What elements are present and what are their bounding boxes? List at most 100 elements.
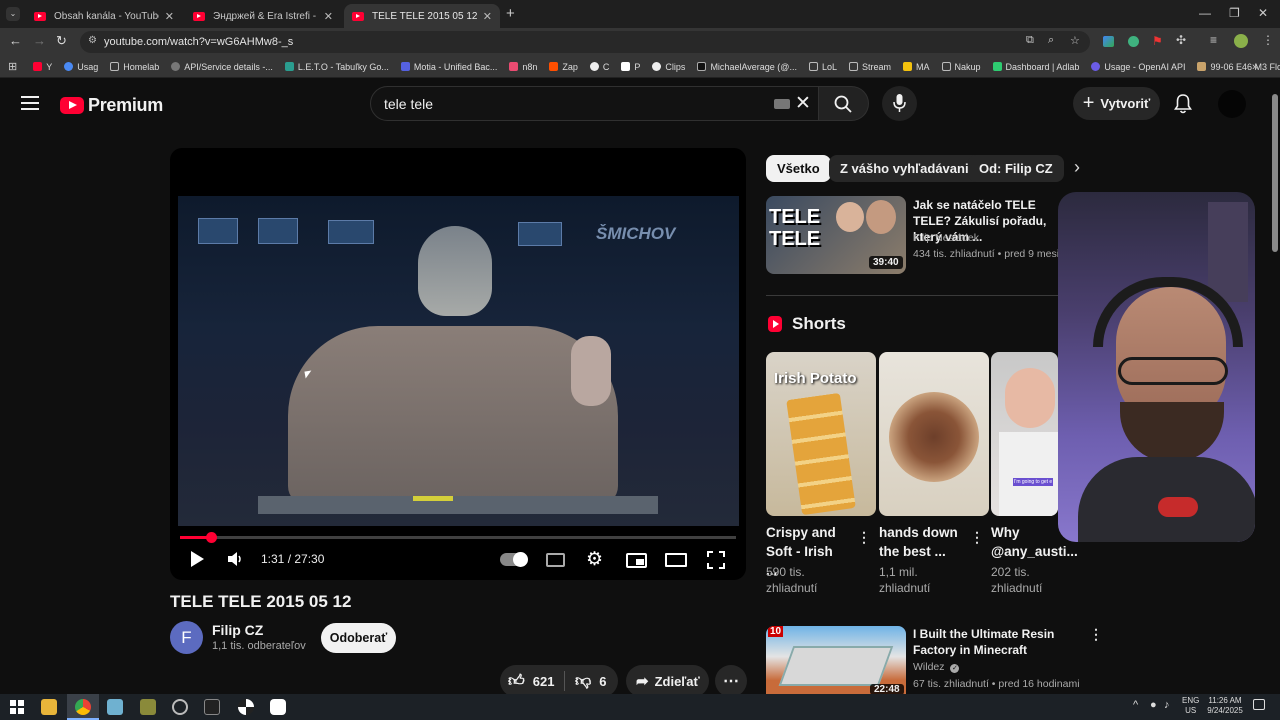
bookmark-folder[interactable]: Nakup: [941, 62, 981, 72]
recommended-channel[interactable]: Filip Nesládek: [913, 231, 979, 246]
extension-icon[interactable]: [1128, 36, 1139, 47]
bookmark-item[interactable]: Zap: [549, 62, 578, 72]
tray-chevron-icon[interactable]: ^: [1133, 699, 1138, 711]
install-app-icon[interactable]: ⧉: [1026, 34, 1034, 47]
bookmark-item[interactable]: L.E.T.O - Tabuľky Go...: [284, 62, 389, 72]
bookmark-star-icon[interactable]: ☆: [1070, 34, 1080, 47]
youtube-premium-logo[interactable]: Premium: [60, 95, 163, 116]
restore-icon[interactable]: ❐: [1229, 6, 1240, 20]
apps-grid-icon[interactable]: ⊞: [8, 60, 17, 73]
more-bookmarks-icon[interactable]: »: [1252, 61, 1258, 73]
bookmark-item[interactable]: n8n: [509, 62, 537, 72]
extension-icon[interactable]: ⚑: [1152, 34, 1163, 48]
fullscreen-icon[interactable]: [707, 551, 725, 569]
channel-name[interactable]: Filip CZ: [212, 622, 263, 638]
reload-icon[interactable]: ↻: [56, 33, 67, 49]
clock[interactable]: 11:26 AM 9/24/2025: [1205, 696, 1245, 716]
browser-tab-music[interactable]: Эндржей & Era Istrefi - Sayonara ✕: [185, 4, 341, 28]
taskbar-active-app[interactable]: [67, 694, 99, 720]
forward-icon[interactable]: →: [33, 33, 46, 48]
video-thumbnail[interactable]: 10 22:48: [766, 626, 906, 694]
chip-from-channel[interactable]: Od: Filip CZ: [968, 155, 1064, 182]
chevron-right-icon[interactable]: ›: [1074, 157, 1080, 178]
theater-mode-icon[interactable]: [665, 553, 687, 567]
browser-menu-icon[interactable]: ⋮: [1262, 33, 1274, 47]
more-options-icon[interactable]: ⋮: [1089, 626, 1103, 643]
notification-center-icon[interactable]: [1253, 699, 1265, 710]
browser-tab-studio[interactable]: Obsah kanála - YouTube Studio ✕: [26, 4, 182, 28]
volume-icon[interactable]: [227, 551, 243, 567]
new-tab-button[interactable]: +: [506, 5, 515, 22]
back-icon[interactable]: ←: [9, 33, 22, 48]
taskbar-app-icon[interactable]: [107, 699, 123, 715]
obs-icon[interactable]: [172, 699, 188, 715]
taskbar-app-icon[interactable]: [238, 699, 254, 715]
address-bar[interactable]: ⚙ youtube.com/watch?v=wG6AHMw8-_s ⧉ ⌕ ☆: [80, 31, 1090, 53]
close-tab-icon[interactable]: ✕: [165, 10, 174, 23]
progress-scrubber[interactable]: [205, 532, 217, 543]
browser-tab-active[interactable]: TELE TELE 2015 05 12 - YouTube ✕: [344, 4, 500, 28]
settings-gear-icon[interactable]: ⚙: [586, 548, 603, 571]
taskbar-app-icon[interactable]: [140, 699, 156, 715]
bookmark-item[interactable]: API/Service details -...: [171, 62, 273, 72]
keyboard-icon[interactable]: [774, 99, 790, 109]
like-button[interactable]: 👍︎ 621: [500, 672, 564, 691]
bookmark-item[interactable]: Dashboard | Adlab: [992, 62, 1079, 72]
close-tab-icon[interactable]: ✕: [324, 10, 333, 23]
bookmark-item[interactable]: Clips: [652, 62, 685, 72]
microphone-tray-icon[interactable]: ●: [1150, 699, 1157, 711]
play-icon[interactable]: [190, 550, 205, 568]
taskbar-app-icon[interactable]: [270, 699, 286, 715]
channel-avatar[interactable]: F: [170, 621, 203, 654]
account-avatar[interactable]: [1218, 90, 1246, 118]
windows-start-icon[interactable]: [10, 700, 24, 714]
subscribe-button[interactable]: Odoberať: [321, 623, 396, 653]
create-button[interactable]: + Vytvoriť: [1073, 87, 1160, 120]
extensions-puzzle-icon[interactable]: ✣: [1176, 33, 1186, 47]
bookmark-folder[interactable]: LoL: [808, 62, 837, 72]
bookmark-item[interactable]: MA: [903, 62, 930, 72]
dislike-button[interactable]: 👎︎ 6: [565, 672, 606, 691]
bookmark-folder[interactable]: Stream: [848, 62, 891, 72]
recommended-channel[interactable]: Wildez ✓: [913, 660, 960, 675]
close-tab-icon[interactable]: ✕: [483, 10, 492, 23]
more-actions-icon[interactable]: ⋯: [715, 665, 747, 697]
share-button[interactable]: ➦ Zdieľať: [626, 665, 709, 697]
chip-all[interactable]: Všetko: [766, 155, 831, 182]
short-thumbnail[interactable]: [879, 352, 989, 516]
subtitles-icon[interactable]: [546, 553, 565, 567]
bookmark-item[interactable]: Motia - Unified Bac...: [400, 62, 497, 72]
file-explorer-icon[interactable]: [41, 699, 57, 715]
bookmark-folder[interactable]: Homelab: [110, 62, 159, 72]
chip-from-search[interactable]: Z vášho vyhľadávania: [829, 155, 987, 182]
zoom-icon[interactable]: ⌕: [1048, 34, 1054, 47]
more-options-icon[interactable]: ⋮: [970, 529, 984, 546]
bookmark-item[interactable]: Usage - OpenAI API: [1091, 62, 1185, 72]
bookmark-item[interactable]: MichaelAverage (@...: [697, 62, 797, 72]
media-control-icon[interactable]: ≡: [1210, 33, 1217, 47]
notifications-bell-icon[interactable]: [1174, 94, 1192, 114]
search-button[interactable]: [819, 86, 869, 121]
bookmark-item[interactable]: Y: [33, 62, 52, 72]
short-title[interactable]: hands down the best ...: [879, 523, 959, 561]
recommended-title[interactable]: I Built the Ultimate Resin Factory in Mi…: [913, 626, 1073, 658]
bookmark-item[interactable]: P: [621, 62, 640, 72]
video-thumbnail[interactable]: TELE TELE 39:40: [766, 196, 906, 274]
miniplayer-icon[interactable]: [626, 553, 647, 568]
close-window-icon[interactable]: ✕: [1258, 6, 1268, 20]
terminal-icon[interactable]: [204, 699, 220, 715]
search-input[interactable]: tele tele ✕: [370, 86, 819, 121]
page-scrollbar[interactable]: [1270, 80, 1280, 694]
short-thumbnail[interactable]: Irish Potato: [766, 352, 876, 516]
language-indicator[interactable]: ENG US: [1182, 696, 1199, 716]
bookmark-item[interactable]: C: [589, 62, 609, 72]
bookmark-item[interactable]: Usag: [64, 62, 98, 72]
minimize-icon[interactable]: —: [1199, 6, 1211, 20]
volume-tray-icon[interactable]: ♪: [1164, 699, 1170, 711]
autoplay-toggle[interactable]: [500, 552, 528, 567]
voice-search-button[interactable]: [882, 86, 917, 121]
more-options-icon[interactable]: ⋮: [857, 529, 871, 546]
site-info-icon[interactable]: ⚙: [88, 35, 97, 46]
clear-search-icon[interactable]: ✕: [795, 92, 811, 115]
profile-avatar[interactable]: [1234, 34, 1248, 48]
